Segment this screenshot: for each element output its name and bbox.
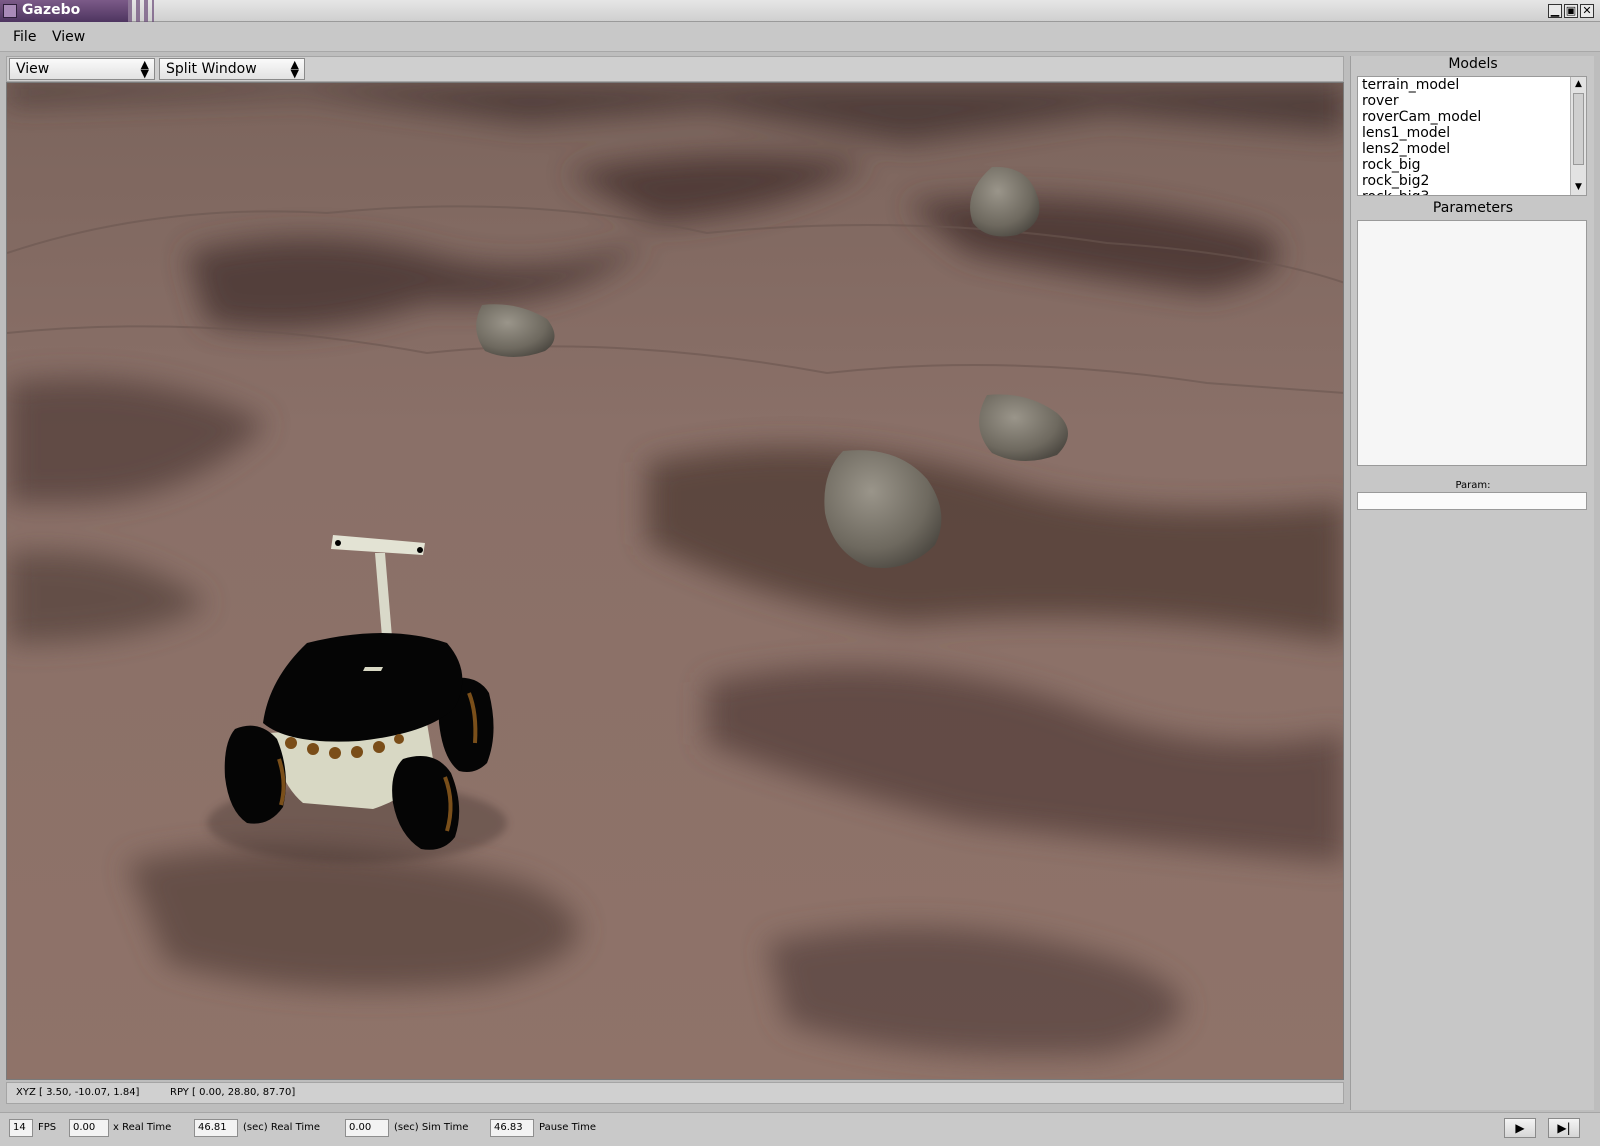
sim-time-field: 0.00 bbox=[345, 1119, 389, 1137]
list-item[interactable]: lens2_model bbox=[1358, 141, 1586, 157]
scroll-up-icon[interactable]: ▲ bbox=[1572, 78, 1585, 91]
step-button[interactable]: ▶| bbox=[1548, 1118, 1580, 1138]
real-time-factor-field: 0.00 bbox=[69, 1119, 109, 1137]
parameters-title: Parameters bbox=[1432, 200, 1514, 216]
models-list[interactable]: terrain_model rover roverCam_model lens1… bbox=[1357, 76, 1587, 196]
split-window-select[interactable]: Split Window ▲ ▼ bbox=[159, 58, 305, 80]
window-title: Gazebo bbox=[22, 2, 81, 18]
side-panel: Models terrain_model rover roverCam_mode… bbox=[1350, 56, 1594, 1110]
time-bar: 14 FPS 0.00 x Real Time 46.81 (sec) Real… bbox=[0, 1112, 1600, 1146]
scroll-thumb[interactable] bbox=[1573, 93, 1584, 165]
real-time-field: 46.81 bbox=[194, 1119, 238, 1137]
pause-time-field: 46.83 bbox=[490, 1119, 534, 1137]
play-button[interactable]: ▶ bbox=[1504, 1118, 1536, 1138]
parameters-box[interactable] bbox=[1357, 220, 1587, 466]
view-select-value: View bbox=[16, 61, 50, 77]
close-button[interactable]: ✕ bbox=[1580, 4, 1594, 18]
title-tab: Gazebo bbox=[0, 0, 154, 22]
view-select[interactable]: View ▲ ▼ bbox=[9, 58, 155, 80]
list-item[interactable]: rover bbox=[1358, 93, 1586, 109]
list-item[interactable]: terrain_model bbox=[1358, 77, 1586, 93]
minimize-button[interactable]: ▁ bbox=[1548, 4, 1562, 18]
play-icon: ▶ bbox=[1515, 1121, 1525, 1135]
maximize-button[interactable]: ▣ bbox=[1564, 4, 1578, 18]
list-item[interactable]: rock_big3 bbox=[1358, 189, 1586, 195]
fps-label: FPS bbox=[38, 1122, 57, 1133]
window-titlebar[interactable]: Gazebo ▁ ▣ ✕ bbox=[0, 0, 1600, 22]
param-input[interactable] bbox=[1357, 492, 1587, 510]
updown-arrow-icon: ▲ ▼ bbox=[140, 58, 149, 80]
rpy-readout: RPY [ 0.00, 28.80, 87.70] bbox=[170, 1087, 296, 1098]
menu-view[interactable]: View bbox=[52, 29, 85, 45]
param-label: Param: bbox=[1455, 480, 1491, 491]
sim-time-label: (sec) Sim Time bbox=[394, 1122, 469, 1133]
step-icon: ▶| bbox=[1557, 1121, 1571, 1135]
split-select-value: Split Window bbox=[166, 61, 257, 77]
fps-field: 14 bbox=[9, 1119, 33, 1137]
models-title: Models bbox=[1448, 56, 1498, 72]
menu-file[interactable]: File bbox=[13, 29, 36, 45]
pause-time-label: Pause Time bbox=[539, 1122, 597, 1133]
real-time-label: (sec) Real Time bbox=[243, 1122, 321, 1133]
list-item[interactable]: roverCam_model bbox=[1358, 109, 1586, 125]
updown-arrow-icon: ▲ ▼ bbox=[290, 58, 299, 80]
camera-coords-bar: XYZ [ 3.50, -10.07, 1.84] RPY [ 0.00, 28… bbox=[6, 1082, 1344, 1104]
3d-viewport[interactable] bbox=[6, 82, 1344, 1080]
scene-render bbox=[7, 83, 1343, 1079]
app-icon bbox=[3, 4, 17, 18]
scroll-down-icon[interactable]: ▼ bbox=[1572, 181, 1585, 194]
xyz-readout: XYZ [ 3.50, -10.07, 1.84] bbox=[16, 1087, 140, 1098]
viewport-toolbar: View ▲ ▼ Split Window ▲ ▼ bbox=[6, 56, 1344, 82]
real-time-factor-label: x Real Time bbox=[113, 1122, 172, 1133]
models-scrollbar[interactable]: ▲ ▼ bbox=[1570, 77, 1586, 195]
list-item[interactable]: rock_big bbox=[1358, 157, 1586, 173]
menu-bar: File View bbox=[0, 22, 1600, 52]
list-item[interactable]: lens1_model bbox=[1358, 125, 1586, 141]
list-item[interactable]: rock_big2 bbox=[1358, 173, 1586, 189]
